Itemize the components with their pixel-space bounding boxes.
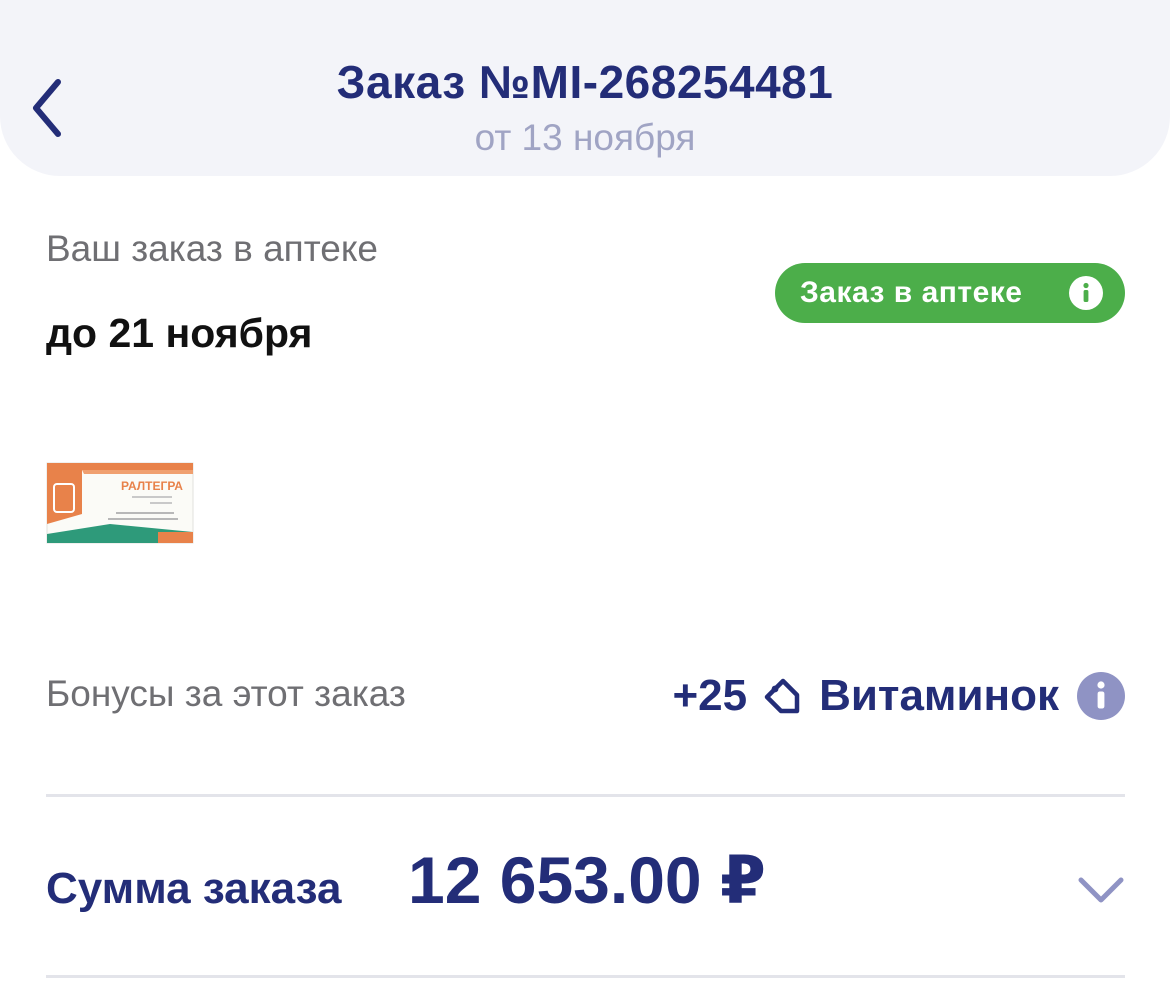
- pickup-date: до 21 ноября: [46, 310, 313, 356]
- bonus-currency: Витаминок: [819, 671, 1059, 720]
- order-title: Заказ №MI-268254481: [336, 56, 834, 108]
- chevron-down-icon: [1078, 877, 1124, 903]
- order-date: от 13 ноября: [474, 117, 696, 158]
- status-badge-label: Заказ в аптеке: [800, 276, 1023, 309]
- total-value: 12 653.00 ₽: [408, 843, 766, 917]
- bonus-amount: +25: [672, 671, 748, 720]
- product-brand: РАЛТЕГРА: [121, 479, 183, 493]
- total-label: Сумма заказа: [46, 864, 342, 913]
- info-icon[interactable]: [1077, 672, 1125, 720]
- bonus-value: +25 Витаминок: [672, 668, 1125, 724]
- divider: [46, 975, 1125, 978]
- order-total-row[interactable]: Сумма заказа 12 653.00 ₽: [46, 820, 1125, 950]
- tag-icon: [764, 678, 800, 714]
- status-badge[interactable]: Заказ в аптеке: [775, 263, 1125, 323]
- info-icon: [1069, 276, 1103, 310]
- divider: [46, 794, 1125, 797]
- product-image: РАЛТЕГРА: [46, 462, 194, 544]
- product-thumbnail[interactable]: РАЛТЕГРА: [46, 462, 194, 544]
- pickup-label: Ваш заказ в аптеке: [46, 228, 379, 269]
- order-header: Заказ №MI-268254481 от 13 ноября: [0, 0, 1170, 176]
- bonus-label: Бонусы за этот заказ: [46, 673, 406, 714]
